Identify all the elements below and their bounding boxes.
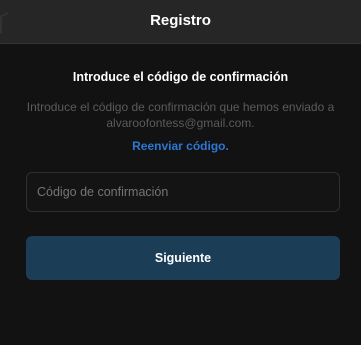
resend-code-link[interactable]: Reenviar código. <box>0 139 361 153</box>
form-heading: Introduce el código de confirmación <box>72 70 289 84</box>
confirmation-code-input[interactable] <box>26 172 340 212</box>
app-header: Registro <box>0 0 361 44</box>
form-description: Introduce el código de confirmación que … <box>26 100 335 130</box>
confirmation-form: Introduce el código de confirmación Intr… <box>0 44 361 345</box>
next-button[interactable]: Siguiente <box>26 236 340 280</box>
page-title: Registro <box>150 12 211 29</box>
